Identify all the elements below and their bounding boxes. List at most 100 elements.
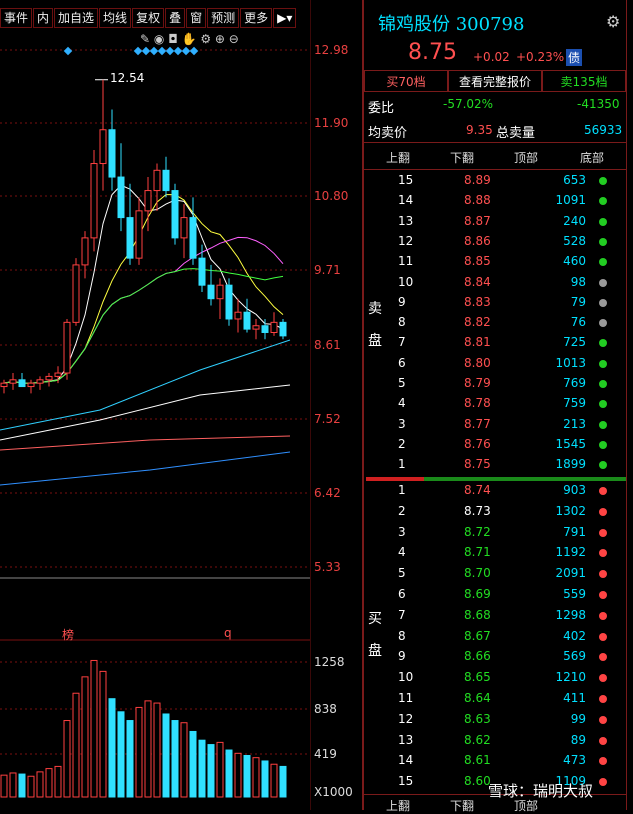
ask-volume: 1013 <box>555 355 586 370</box>
price-axis-label: 6.42 <box>314 486 341 500</box>
volume-bar <box>126 720 134 798</box>
bid-price: 8.72 <box>464 524 491 539</box>
ask-row[interactable]: 6 8.80 1013 <box>364 353 626 373</box>
bid-row[interactable]: 11 8.64 411 <box>364 688 626 708</box>
ranking-marker[interactable]: 榜 <box>62 626 74 643</box>
bid-row[interactable]: 6 8.69 559 <box>364 584 626 604</box>
bid-row[interactable]: 1 8.74 903 <box>364 480 626 500</box>
volume-bar <box>108 698 116 798</box>
event-diamond-icon <box>63 46 73 56</box>
volume-bar <box>63 720 71 798</box>
volume-bar <box>207 744 215 798</box>
ask-row[interactable]: 5 8.79 769 <box>364 373 626 393</box>
volume-bar <box>234 752 242 798</box>
ask-dot-icon <box>599 177 607 185</box>
watermark: 雪球：瑞明大叔 <box>488 782 594 800</box>
ask-row[interactable]: 1 8.75 1899 <box>364 454 626 474</box>
page-down-button[interactable]: 下翻 <box>450 149 474 166</box>
bid-volume: 402 <box>563 628 586 643</box>
event-marker[interactable]: q <box>224 626 232 640</box>
bid-row[interactable]: 9 8.66 569 <box>364 646 626 666</box>
ask-row[interactable]: 4 8.78 759 <box>364 393 626 413</box>
ask-volume: 769 <box>563 376 586 390</box>
ask-row[interactable]: 3 8.77 213 <box>364 414 626 434</box>
bid-dot-icon <box>599 507 607 516</box>
event-diamond-icon <box>189 46 199 56</box>
ask-row[interactable]: 8 8.82 76 <box>364 312 626 332</box>
ask-level: 6 <box>398 355 406 370</box>
ask-dot-icon <box>599 400 607 409</box>
ask-price: 8.85 <box>464 254 491 269</box>
bid-row[interactable]: 7 8.68 1298 <box>364 605 626 625</box>
bid-level: 7 <box>398 607 406 622</box>
bid-level: 11 <box>398 691 414 705</box>
bid-level: 15 <box>398 774 414 789</box>
ask-row[interactable]: 13 8.87 240 <box>364 211 626 231</box>
stock-title: 锦鸡股份 300798 <box>378 14 525 35</box>
volume-bar <box>135 706 143 798</box>
candle-body <box>9 379 17 384</box>
bid-price: 8.73 <box>464 503 491 518</box>
top-button[interactable]: 顶部 <box>514 149 538 166</box>
sell-135-levels-button[interactable]: 卖135档 <box>542 70 626 92</box>
bid-dot-icon <box>599 570 607 579</box>
ask-price: 8.82 <box>464 315 491 330</box>
page-down-button[interactable]: 下翻 <box>450 797 474 814</box>
bid-row[interactable]: 2 8.73 1302 <box>364 501 626 521</box>
ask-row[interactable]: 9 8.83 79 <box>364 292 626 312</box>
ask-row[interactable]: 2 8.76 1545 <box>364 434 626 454</box>
ma-long-line <box>0 451 291 486</box>
axis-separator <box>310 0 311 810</box>
ask-level: 1 <box>398 457 406 472</box>
bond-badge[interactable]: 债 <box>566 49 583 66</box>
candlestick-chart[interactable] <box>0 0 310 810</box>
bid-price: 8.61 <box>464 753 491 768</box>
bid-row[interactable]: 14 8.61 473 <box>364 750 626 770</box>
full-quote-button[interactable]: 查看完整报价 <box>448 70 542 92</box>
bid-volume: 473 <box>563 753 586 768</box>
orderbook-nav: 上翻 下翻 顶部 底部 <box>364 142 626 170</box>
volume-bar <box>81 676 89 798</box>
gear-icon[interactable]: ⚙ <box>606 12 620 31</box>
bid-row[interactable]: 3 8.72 791 <box>364 522 626 542</box>
ask-row[interactable]: 15 8.89 653 <box>364 170 626 190</box>
ask-volume: 240 <box>563 213 586 228</box>
bid-level: 14 <box>398 753 414 768</box>
bid-row[interactable]: 8 8.67 402 <box>364 626 626 646</box>
volume-bar <box>225 749 233 798</box>
ask-row[interactable]: 11 8.85 460 <box>364 251 626 271</box>
ask-volume: 460 <box>563 254 586 269</box>
candle-body <box>234 311 242 320</box>
bid-row[interactable]: 5 8.70 2091 <box>364 563 626 583</box>
bid-price: 8.64 <box>464 691 491 705</box>
weibi-pct: -57.02% <box>443 97 494 111</box>
volume-axis-label: 1258 <box>314 655 345 669</box>
buy-70-levels-button[interactable]: 买70档 <box>364 70 448 92</box>
volume-bar <box>153 702 161 798</box>
bid-level: 5 <box>398 566 406 581</box>
bid-level: 9 <box>398 649 406 664</box>
bid-row[interactable]: 12 8.63 99 <box>364 709 626 729</box>
right-edge-strip <box>626 0 633 810</box>
volume-bar <box>144 700 152 798</box>
bid-row[interactable]: 4 8.71 1192 <box>364 542 626 562</box>
ask-row[interactable]: 14 8.88 1091 <box>364 190 626 210</box>
ask-row[interactable]: 10 8.84 98 <box>364 272 626 292</box>
candle-body <box>99 129 107 165</box>
ask-level: 5 <box>398 376 406 390</box>
bid-level: 1 <box>398 483 406 497</box>
bid-row[interactable]: 10 8.65 1210 <box>364 667 626 687</box>
page-up-button[interactable]: 上翻 <box>386 797 410 814</box>
ask-row[interactable]: 12 8.86 528 <box>364 231 626 251</box>
total-ask-volume: 56933 <box>584 123 623 137</box>
bid-level: 12 <box>398 711 414 726</box>
bid-volume: 569 <box>563 649 586 664</box>
ask-row[interactable]: 7 8.81 725 <box>364 332 626 352</box>
bottom-button[interactable]: 底部 <box>580 149 604 166</box>
bid-row[interactable]: 13 8.62 89 <box>364 730 626 750</box>
page-up-button[interactable]: 上翻 <box>386 149 410 166</box>
volume-bar <box>189 730 197 798</box>
bid-volume: 2091 <box>555 566 586 581</box>
ask-level: 9 <box>398 294 406 309</box>
bid-dot-icon <box>599 549 607 558</box>
